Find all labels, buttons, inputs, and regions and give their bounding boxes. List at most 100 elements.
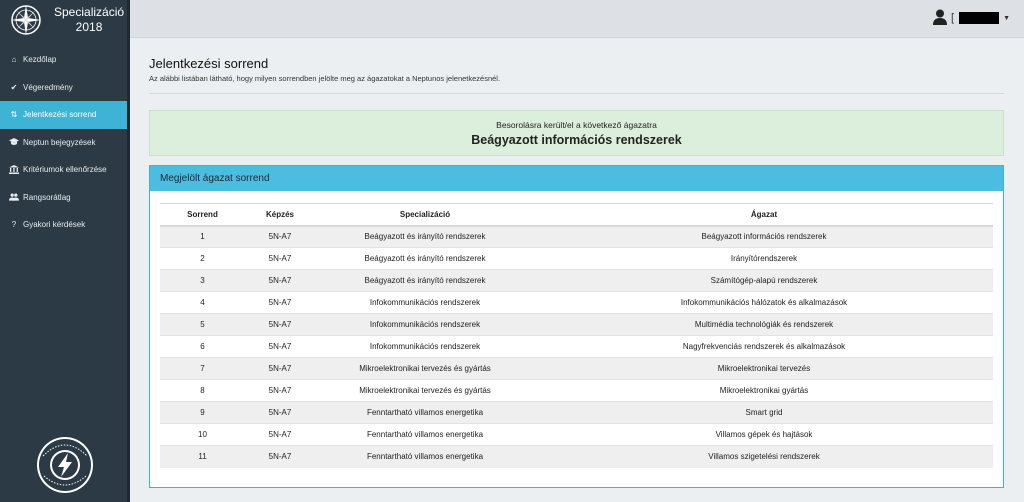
table-row: 1 5N-A7 Beágyazott és irányító rendszerek B… xyxy=(160,225,993,248)
cell-rank: 4 xyxy=(160,291,245,314)
home-icon: ⌂ xyxy=(11,55,17,65)
col-agazat: Ágazat xyxy=(535,203,993,227)
page-title: Jelentkezési sorrend xyxy=(149,56,269,71)
cell-specialization: Beágyazott és irányító rendszerek xyxy=(315,269,535,292)
user-name-redacted xyxy=(959,12,1000,24)
sidebar-item-label: Gyakori kérdések xyxy=(23,220,86,230)
sidebar-item-label: Végeredmény xyxy=(23,82,73,92)
cell-program: 5N-A7 xyxy=(245,335,315,358)
sidebar-item-label: Kezdőlap xyxy=(23,55,57,65)
graduation-cap-icon xyxy=(9,138,19,146)
table-row: 7 5N-A7 Mikroelektronikai tervezés és gyár… xyxy=(160,357,993,380)
table-header-row: Sorrend Képzés Specializáció Ágazat xyxy=(160,203,993,227)
main-content: Jelentkezési sorrend Az alábbi listában … xyxy=(149,56,1004,488)
cell-program: 5N-A7 xyxy=(245,313,315,336)
sidebar-nav: ⌂ Kezdőlap ✔ Végeredmény ⇅ Jelentkezési … xyxy=(0,46,127,239)
cell-program: 5N-A7 xyxy=(245,379,315,402)
table-row: 5 5N-A7 Infokommunikációs rendszerek Multim… xyxy=(160,313,993,336)
cell-program: 5N-A7 xyxy=(245,357,315,380)
cell-program: 5N-A7 xyxy=(245,291,315,314)
table-row: 2 5N-A7 Beágyazott és irányító rendszerek I… xyxy=(160,247,993,270)
sidebar-item-label: Rangsorátlag xyxy=(23,192,71,202)
table-row: 3 5N-A7 Beágyazott és irányító rendszerek S… xyxy=(160,269,993,292)
table-row: 4 5N-A7 Infokommunikációs rendszerek Infoko… xyxy=(160,291,993,314)
cell-program: 5N-A7 xyxy=(245,225,315,248)
cell-specialization: Infokommunikációs rendszerek xyxy=(315,291,535,314)
cell-rank: 2 xyxy=(160,247,245,270)
table-row: 10 5N-A7 Fenntartható villamos energetika V… xyxy=(160,423,993,446)
cell-specialization: Beágyazott és irányító rendszerek xyxy=(315,225,535,248)
chevron-down-icon[interactable]: ▼ xyxy=(1003,15,1010,22)
cell-branch: Mikroelektronikai gyártás xyxy=(535,379,993,402)
cell-rank: 11 xyxy=(160,445,245,468)
cell-rank: 3 xyxy=(160,269,245,292)
ranking-panel: Megjelölt ágazat sorrend Sorrend Képzés … xyxy=(149,165,1004,488)
institution-icon xyxy=(9,165,19,175)
sidebar-item-neptun-bejegyzesek[interactable]: Neptun bejegyzések xyxy=(0,129,127,157)
check-icon: ✔ xyxy=(10,82,18,92)
cell-branch: Beágyazott információs rendszerek xyxy=(535,225,993,248)
table-row: 8 5N-A7 Mikroelektronikai tervezés és gyár… xyxy=(160,379,993,402)
user-menu[interactable]: [ ▼ xyxy=(933,9,1010,27)
cell-branch: Villamos szigetelési rendszerek xyxy=(535,445,993,468)
sort-icon: ⇅ xyxy=(10,110,18,120)
divider xyxy=(149,93,1004,94)
alert-caption: Besorolásra került/el a következő ágazat… xyxy=(496,120,657,130)
sidebar-item-gyakori-kerdesek[interactable]: ? Gyakori kérdések xyxy=(0,211,127,239)
cell-specialization: Fenntartható villamos energetika xyxy=(315,445,535,468)
cell-rank: 7 xyxy=(160,357,245,380)
cell-specialization: Fenntartható villamos energetika xyxy=(315,423,535,446)
panel-title: Megjelölt ágazat sorrend xyxy=(150,166,1003,191)
cell-rank: 9 xyxy=(160,401,245,424)
col-kepzes: Képzés xyxy=(245,203,315,227)
sidebar-item-jelentkezesi-sorrend[interactable]: ⇅ Jelentkezési sorrend xyxy=(0,101,127,129)
assigned-branch: Beágyazott információs rendszerek xyxy=(471,133,682,147)
sidebar-item-kriteriumok[interactable]: Kritériumok ellenőrzése xyxy=(0,156,127,184)
sidebar-item-label: Neptun bejegyzések xyxy=(23,137,96,147)
cell-rank: 5 xyxy=(160,313,245,336)
cell-specialization: Beágyazott és irányító rendszerek xyxy=(315,247,535,270)
cell-program: 5N-A7 xyxy=(245,247,315,270)
cell-rank: 6 xyxy=(160,335,245,358)
cell-branch: Smart grid xyxy=(535,401,993,424)
cell-program: 5N-A7 xyxy=(245,269,315,292)
brand[interactable]: Specializáció 2018 xyxy=(0,0,127,40)
cell-branch: Nagyfrekvenciás rendszerek és alkalmazás… xyxy=(535,335,993,358)
cell-program: 5N-A7 xyxy=(245,445,315,468)
cell-specialization: Fenntartható villamos energetika xyxy=(315,401,535,424)
cell-program: 5N-A7 xyxy=(245,423,315,446)
cell-specialization: Mikroelektronikai tervezés és gyártás xyxy=(315,379,535,402)
table-row: 6 5N-A7 Infokommunikációs rendszerek Nagyfr… xyxy=(160,335,993,358)
cell-branch: Infokommunikációs hálózatok és alkalmazá… xyxy=(535,291,993,314)
table-row: 9 5N-A7 Fenntartható villamos energetika Sm… xyxy=(160,401,993,424)
cell-rank: 1 xyxy=(160,225,245,248)
user-name-bracket: [ xyxy=(951,12,955,24)
user-icon xyxy=(933,9,947,27)
cell-specialization: Mikroelektronikai tervezés és gyártás xyxy=(315,357,535,380)
sidebar: Specializáció 2018 ⌂ Kezdőlap ✔ Végeredm… xyxy=(0,0,130,502)
sidebar-item-label: Jelentkezési sorrend xyxy=(23,110,97,120)
cell-branch: Multimédia technológiák és rendszerek xyxy=(535,313,993,336)
cell-rank: 8 xyxy=(160,379,245,402)
faculty-seal-logo xyxy=(36,436,94,494)
cell-branch: Villamos gépek és hajtások xyxy=(535,423,993,446)
panel-body: Sorrend Képzés Specializáció Ágazat 1 5N-… xyxy=(150,191,1003,468)
table-body: 1 5N-A7 Beágyazott és irányító rendszerek B… xyxy=(160,225,993,468)
users-icon xyxy=(9,193,19,201)
cell-branch: Irányítórendszerek xyxy=(535,247,993,270)
sidebar-item-vegeredmeny[interactable]: ✔ Végeredmény xyxy=(0,74,127,102)
brand-line1: Specializáció xyxy=(54,5,125,19)
topbar: [ ▼ xyxy=(130,0,1024,38)
sidebar-item-kezdolap[interactable]: ⌂ Kezdőlap xyxy=(0,46,127,74)
cell-branch: Számítógép-alapú rendszerek xyxy=(535,269,993,292)
cell-specialization: Infokommunikációs rendszerek xyxy=(315,313,535,336)
assignment-alert: Besorolásra került/el a következő ágazat… xyxy=(149,110,1004,156)
question-icon: ? xyxy=(11,220,17,230)
table-row: 11 5N-A7 Fenntartható villamos energetika V… xyxy=(160,445,993,468)
cell-rank: 10 xyxy=(160,423,245,446)
sidebar-item-rangsoratlag[interactable]: Rangsorátlag xyxy=(0,184,127,212)
col-sorrend: Sorrend xyxy=(160,203,245,227)
brand-title: Specializáció 2018 xyxy=(54,5,124,35)
page-subtitle: Az alábbi listában látható, hogy milyen … xyxy=(149,74,501,83)
cell-specialization: Infokommunikációs rendszerek xyxy=(315,335,535,358)
